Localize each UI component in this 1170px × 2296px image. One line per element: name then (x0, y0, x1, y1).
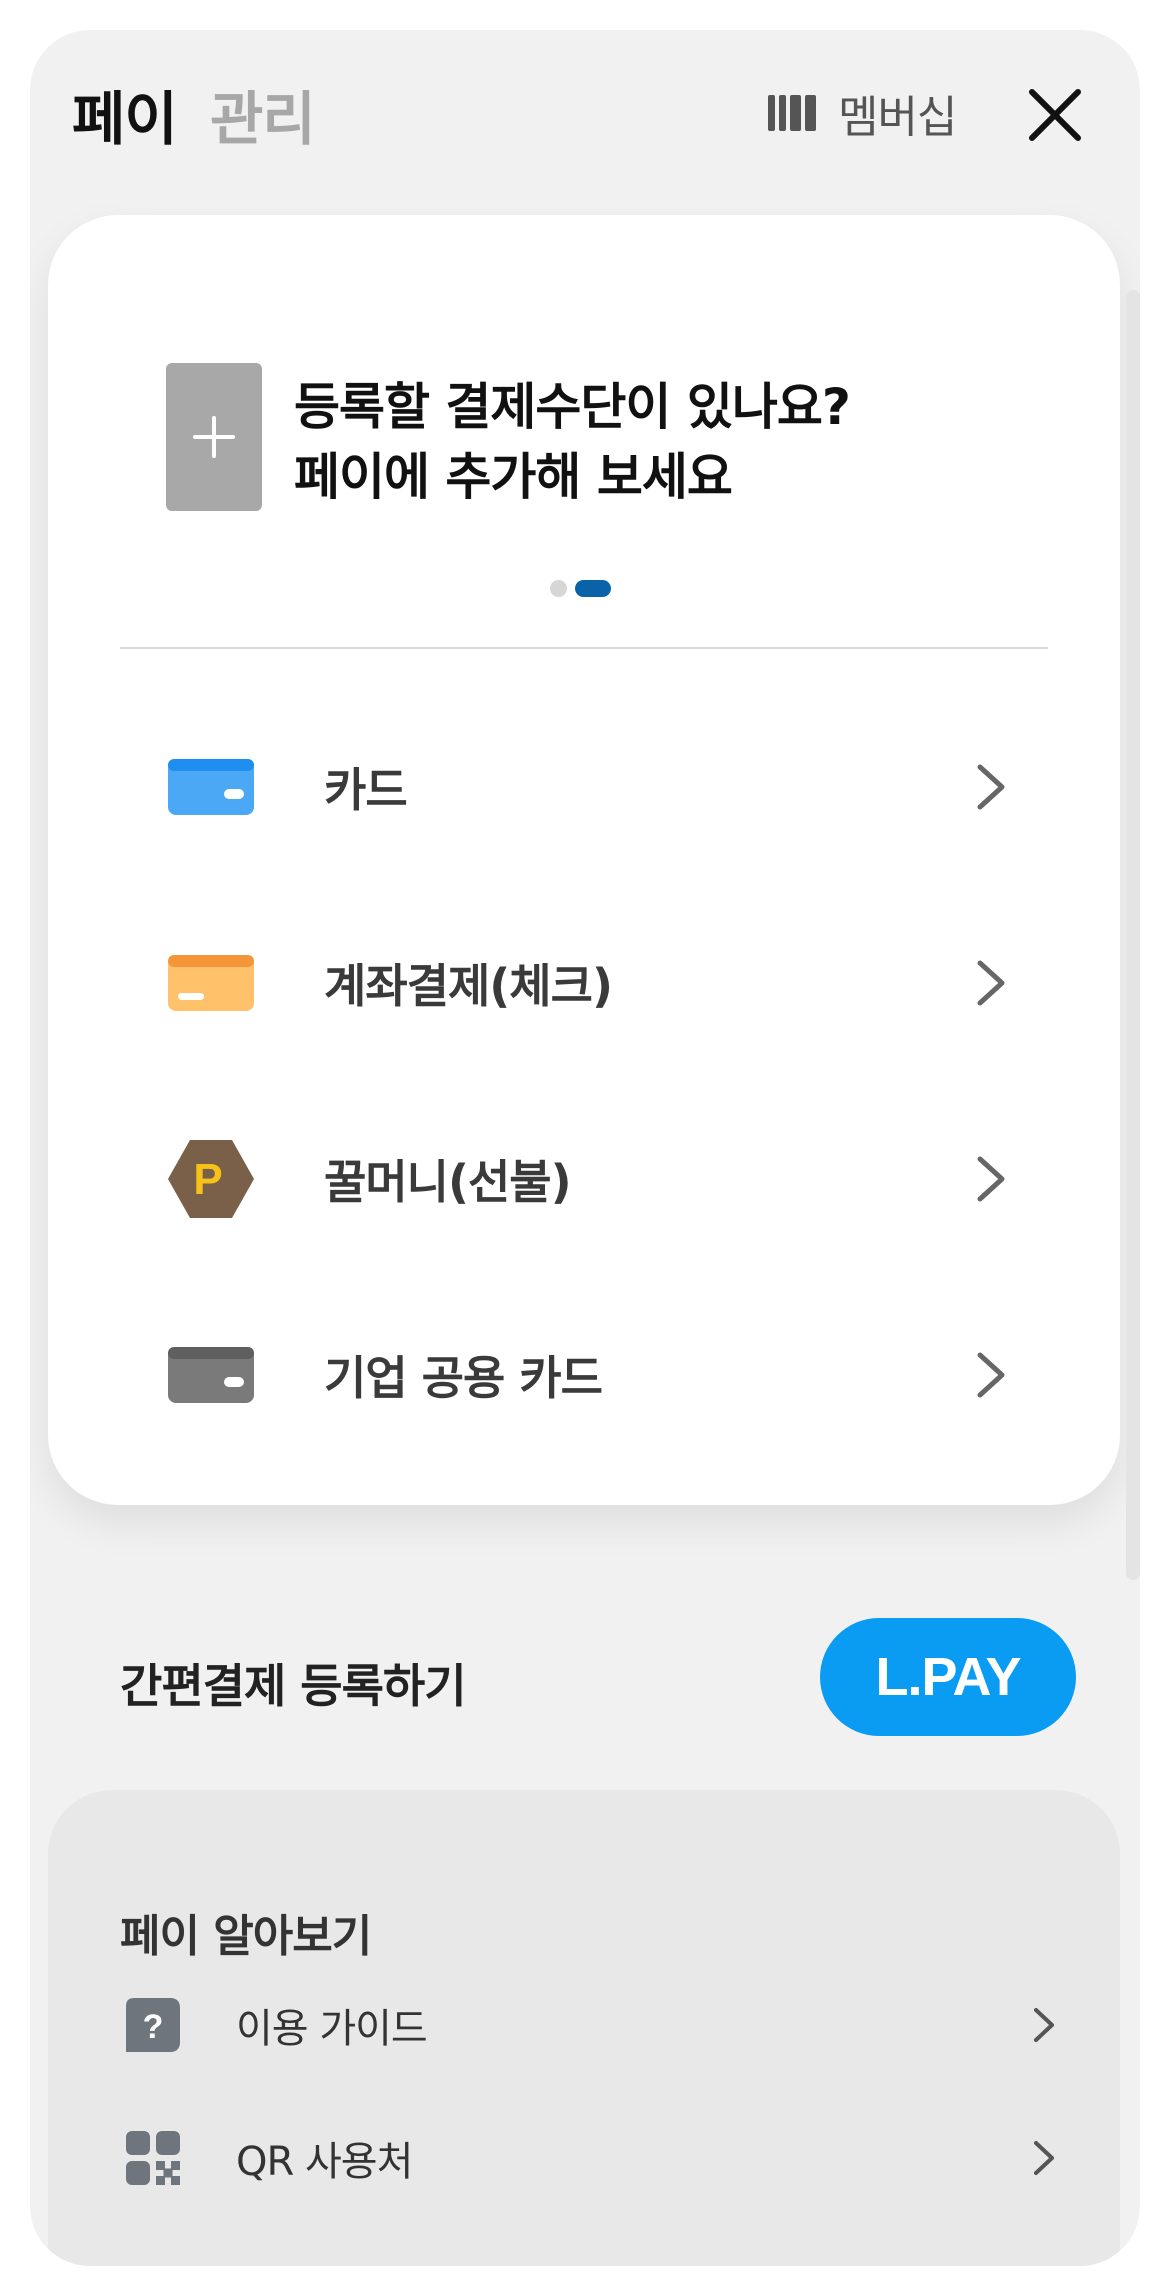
promo-title: 등록할 결제수단이 있나요? (294, 378, 851, 436)
chevron-right-icon (977, 1156, 1005, 1202)
qr-code-icon (126, 2131, 180, 2185)
corporate-card-icon (168, 1347, 254, 1403)
pager (550, 580, 611, 597)
learn-item-label: 이용 가이드 (236, 2006, 428, 2052)
learn-item-label: QR 사용처 (236, 2139, 413, 2185)
plus-icon (193, 416, 235, 458)
method-corporate-card[interactable]: 기업 공용 카드 (120, 1310, 1048, 1440)
pay-sheet: 페이 관리 멤버십 등록할 결제수단이 있나요? 페이에 추가해 보세요 카드 … (30, 30, 1140, 2266)
honey-money-icon: P (168, 1140, 254, 1218)
method-label: 카드 (324, 763, 408, 817)
chevron-right-icon (977, 1352, 1005, 1398)
membership-label: 멤버십 (838, 92, 957, 143)
chevron-right-icon (977, 764, 1005, 810)
lpay-button[interactable]: L.PAY (820, 1618, 1076, 1736)
card-icon (168, 759, 254, 815)
divider (120, 647, 1048, 649)
chevron-right-icon (1034, 2008, 1054, 2042)
tab-manage[interactable]: 관리 (210, 72, 316, 156)
learn-title: 페이 알아보기 (120, 1911, 372, 1962)
chevron-right-icon (977, 960, 1005, 1006)
pager-dot[interactable] (550, 580, 567, 597)
account-card-icon (168, 955, 254, 1011)
method-account[interactable]: 계좌결제(체크) (120, 918, 1048, 1048)
close-icon (1029, 89, 1081, 141)
scrollbar[interactable] (1126, 290, 1140, 1580)
chevron-right-icon (1034, 2141, 1054, 2175)
method-label: 꿀머니(선불) (324, 1155, 572, 1209)
learn-panel: 페이 알아보기 ? 이용 가이드 QR 사용처 (48, 1790, 1120, 2266)
learn-item-guide[interactable]: ? 이용 가이드 (120, 1975, 1060, 2075)
learn-item-qr[interactable]: QR 사용처 (120, 2108, 1060, 2208)
svg-text:P: P (193, 1155, 222, 1204)
quick-pay-label: 간편결제 등록하기 (120, 1659, 467, 1713)
question-icon: ? (126, 1998, 180, 2052)
method-label: 기업 공용 카드 (324, 1351, 603, 1405)
pager-dot-active[interactable] (575, 580, 611, 597)
barcode-icon (768, 95, 816, 131)
method-label: 계좌결제(체크) (324, 959, 613, 1013)
close-button[interactable] (1020, 80, 1090, 150)
payment-method-card: 등록할 결제수단이 있나요? 페이에 추가해 보세요 카드 계좌결제(체크) P… (48, 215, 1120, 1505)
promo-subtitle: 페이에 추가해 보세요 (294, 448, 733, 506)
svg-text:?: ? (143, 2008, 164, 2046)
method-card[interactable]: 카드 (120, 722, 1048, 852)
add-payment-button[interactable] (166, 363, 262, 511)
tab-pay[interactable]: 페이 (72, 72, 178, 156)
membership-button[interactable]: 멤버십 (768, 78, 957, 148)
method-honey-money[interactable]: P 꿀머니(선불) (120, 1114, 1048, 1244)
